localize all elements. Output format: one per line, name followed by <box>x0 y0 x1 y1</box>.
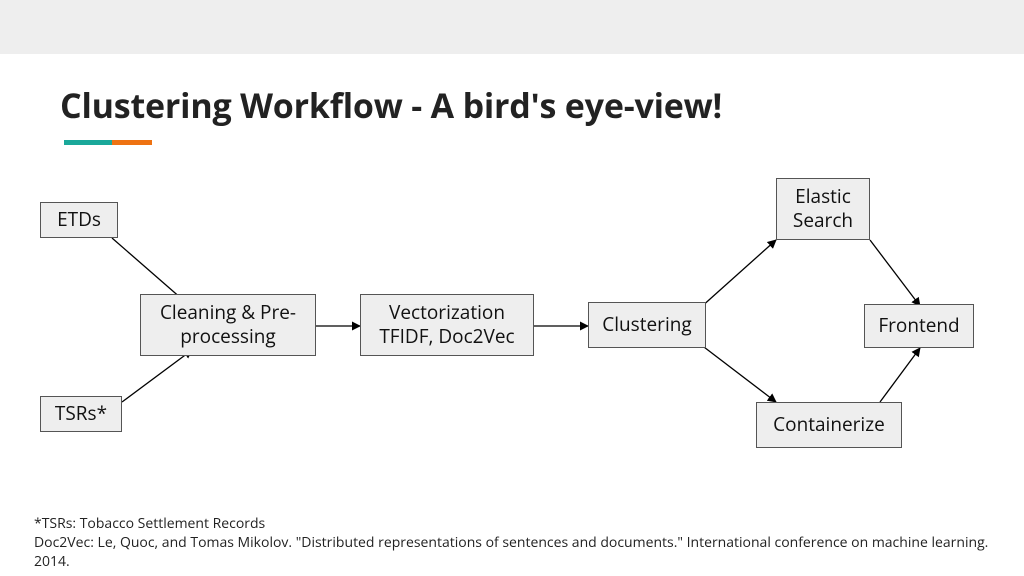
node-containerize: Containerize <box>756 402 902 448</box>
footnote-line: Doc2Vec: Le, Quoc, and Tomas Mikolov. "D… <box>34 534 990 572</box>
node-label: ETDs <box>57 208 101 232</box>
slide-content: Clustering Workflow - A bird's eye-view! <box>0 54 1024 576</box>
footnotes: *TSRs: Tobacco Settlement Records Doc2Ve… <box>34 515 990 572</box>
node-etds: ETDs <box>40 202 118 238</box>
node-label: Containerize <box>773 413 885 437</box>
footnote-line: *TSRs: Tobacco Settlement Records <box>34 515 990 534</box>
node-elastic: Elastic Search <box>776 178 870 240</box>
node-label: Vectorization TFIDF, Doc2Vec <box>371 301 523 349</box>
node-label: Cleaning & Pre-processing <box>151 301 305 349</box>
node-label: Elastic Search <box>787 185 859 233</box>
top-bar <box>0 0 1024 54</box>
node-frontend: Frontend <box>864 304 974 348</box>
node-label: TSRs* <box>55 402 107 426</box>
node-clustering: Clustering <box>588 302 706 348</box>
node-cleaning: Cleaning & Pre-processing <box>140 294 316 356</box>
node-tsrs: TSRs* <box>40 396 122 432</box>
flowchart-diagram: ETDs TSRs* Cleaning & Pre-processing Vec… <box>0 54 1024 576</box>
node-label: Clustering <box>602 313 691 337</box>
node-label: Frontend <box>878 314 959 338</box>
node-vectorization: Vectorization TFIDF, Doc2Vec <box>360 294 534 356</box>
